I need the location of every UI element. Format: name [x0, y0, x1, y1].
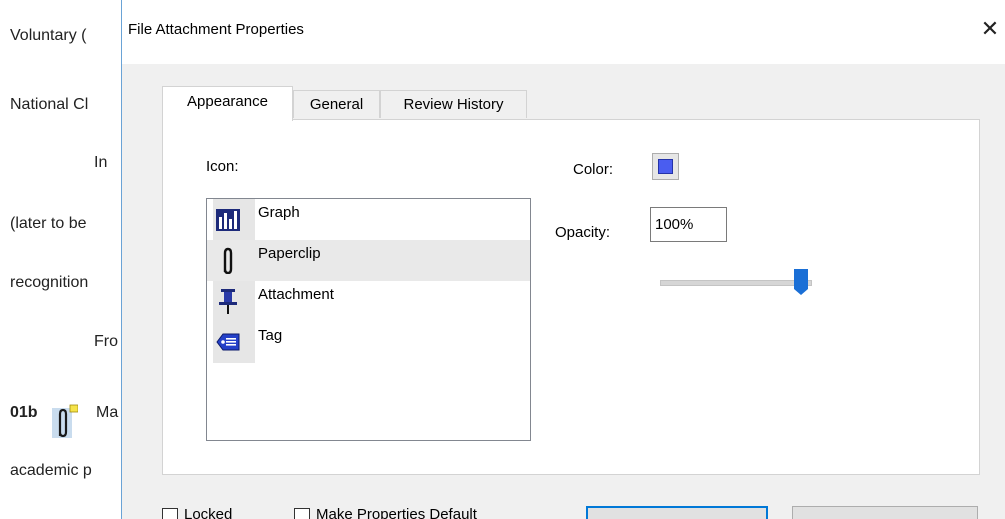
- appearance-panel: Icon: Graph Paperclip Attachment Tag Col…: [162, 119, 980, 475]
- icon-label: Icon:: [206, 158, 239, 175]
- opacity-label: Opacity:: [555, 224, 611, 241]
- list-item-label: Paperclip: [258, 245, 321, 262]
- document-line: recognition: [10, 274, 89, 291]
- opacity-input[interactable]: [650, 207, 727, 242]
- list-item-attachment[interactable]: Attachment: [207, 281, 530, 322]
- opacity-slider-track[interactable]: [660, 280, 812, 286]
- close-icon[interactable]: ✕: [975, 14, 1005, 44]
- paperclip-icon: [223, 247, 233, 274]
- document-line: National Cl: [10, 96, 89, 113]
- list-item-label: Graph: [258, 204, 300, 221]
- file-attachment-properties-dialog: File Attachment Properties ✕ Appearance …: [121, 0, 1005, 519]
- dialog-title: File Attachment Properties: [128, 21, 304, 38]
- color-picker-button[interactable]: [652, 153, 679, 180]
- tag-icon: [216, 333, 240, 351]
- list-item-graph[interactable]: Graph: [207, 199, 530, 240]
- list-item-paperclip[interactable]: Paperclip: [207, 240, 530, 281]
- document-line: Voluntary (: [10, 27, 87, 44]
- document-line: (later to be: [10, 215, 87, 232]
- list-item-label: Attachment: [258, 286, 334, 303]
- document-line: academic p: [10, 462, 92, 479]
- list-item-tag[interactable]: Tag: [207, 322, 530, 363]
- locked-label: Locked: [184, 506, 233, 519]
- make-default-label: Make Properties Default: [316, 506, 477, 519]
- document-line: Ma: [96, 404, 119, 421]
- opacity-slider-thumb[interactable]: [794, 269, 808, 295]
- graph-icon: [216, 209, 240, 231]
- document-line: Fro: [94, 333, 118, 350]
- dialog-titlebar[interactable]: File Attachment Properties ✕: [122, 0, 1005, 64]
- icon-listbox[interactable]: Graph Paperclip Attachment Tag: [206, 198, 531, 441]
- document-line: In: [94, 154, 108, 171]
- ok-button[interactable]: [586, 506, 768, 519]
- make-default-checkbox[interactable]: [294, 508, 310, 519]
- pushpin-icon: [219, 289, 237, 314]
- tab-appearance[interactable]: Appearance: [162, 86, 293, 121]
- paperclip-annotation-icon[interactable]: [48, 402, 78, 440]
- tab-review-history[interactable]: Review History: [380, 90, 527, 118]
- document-line: 01b: [10, 404, 38, 421]
- color-label: Color:: [573, 161, 614, 178]
- locked-checkbox[interactable]: [162, 508, 178, 519]
- color-swatch: [658, 159, 673, 174]
- cancel-button[interactable]: [792, 506, 978, 519]
- background-document: Voluntary ( National Cl In (later to be …: [0, 0, 125, 519]
- tab-general[interactable]: General: [293, 90, 380, 118]
- list-item-label: Tag: [258, 327, 283, 344]
